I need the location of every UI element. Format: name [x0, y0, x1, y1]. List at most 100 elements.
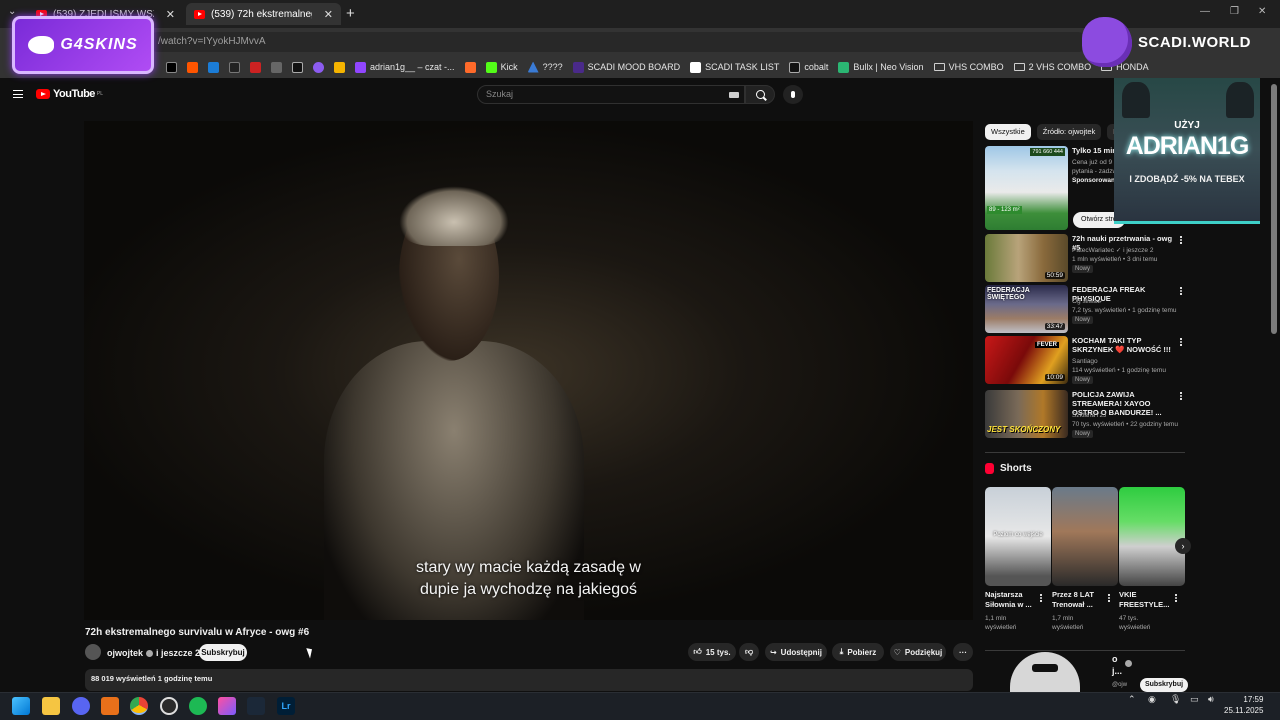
channel-avatar-large[interactable] — [1010, 652, 1080, 692]
bookmark-folder-vhs[interactable]: VHS COMBO — [933, 62, 1004, 72]
new-badge: Nowy — [1072, 376, 1094, 384]
bookmark-question[interactable]: ???? — [527, 61, 563, 73]
tiktok-bookmark-icon[interactable] — [292, 61, 303, 73]
chip-all[interactable]: Wszystkie — [985, 124, 1031, 140]
more-vertical-icon[interactable] — [1180, 287, 1182, 295]
more-actions-button[interactable]: ··· — [953, 643, 973, 661]
tray-app-icon[interactable]: ◉ — [1148, 694, 1156, 705]
recommended-video[interactable]: FEDERACJA ŚWIĘTEGO 33:47 FEDERACJA FREAK… — [985, 285, 1185, 333]
bookmark-cobalt[interactable]: cobalt — [789, 61, 828, 73]
wolf-logo-icon — [28, 36, 55, 54]
channel-collab-text: i jeszcze 2 — [156, 648, 201, 658]
more-vertical-icon[interactable] — [1180, 338, 1182, 346]
recommended-video[interactable]: JEST SKOŃCZONY POLICJA ZAWIJA STREAMERA!… — [985, 390, 1185, 438]
short-card[interactable] — [1052, 487, 1118, 586]
bookmark-tasklist[interactable]: SCADI TASK LIST — [690, 61, 779, 73]
thanks-button[interactable]: ♡ Podziękuj — [890, 643, 946, 661]
tab-close-icon[interactable]: ✕ — [166, 8, 175, 21]
soundcloud-bookmark-icon[interactable] — [187, 61, 198, 73]
spotify-icon[interactable] — [189, 697, 207, 715]
shorts-next-button[interactable]: › — [1175, 538, 1191, 554]
chip-source[interactable]: Źródło: ojwojtek — [1036, 124, 1102, 140]
bottom-channel-subtitle: j... — [1112, 666, 1123, 676]
steam-alt-icon[interactable] — [160, 697, 178, 715]
short-card[interactable]: Poziom co wejście — [985, 487, 1051, 586]
paypal-bookmark-icon[interactable] — [208, 61, 219, 73]
search-icon — [755, 90, 765, 99]
share-button[interactable]: ↪ Udostępnij — [765, 643, 827, 661]
short-title[interactable]: VKIE FREESTYLE... — [1119, 590, 1175, 610]
photos-icon[interactable] — [218, 697, 236, 715]
voice-search-button[interactable] — [783, 85, 803, 104]
discord-icon[interactable] — [72, 697, 90, 715]
short-title[interactable]: Przez 8 LAT Trenował ... — [1052, 590, 1108, 610]
chrome-icon[interactable] — [130, 697, 148, 715]
tray-chevron-icon[interactable]: ⌃ — [1128, 694, 1136, 705]
more-vertical-icon[interactable] — [1040, 594, 1042, 602]
lightroom-icon[interactable]: Lr — [277, 697, 295, 715]
tip-bookmark-icon[interactable] — [229, 61, 240, 73]
ad-sizes: 89 - 123 m² — [987, 206, 1022, 214]
search-button[interactable] — [745, 85, 775, 104]
taskbar-clock[interactable]: 17:59 25.11.2025 — [1224, 694, 1263, 716]
twitch-icon — [355, 61, 366, 73]
windows-start-icon[interactable] — [12, 697, 30, 715]
tab-close-icon[interactable]: ✕ — [324, 8, 333, 21]
short-title[interactable]: Najstarsza Siłownia w ... — [985, 590, 1041, 610]
youtube-logo[interactable]: YouTube PL — [36, 88, 103, 100]
promo-line1: UŻYJ — [1174, 120, 1200, 131]
keyboard-icon[interactable] — [729, 92, 739, 98]
purple-bookmark-icon[interactable] — [313, 61, 324, 73]
more-vertical-icon[interactable] — [1108, 594, 1110, 602]
jp-bookmark-icon[interactable] — [334, 61, 345, 73]
recommended-video[interactable]: 50:59 72h nauki przetrwania - owg #5 Pat… — [985, 234, 1185, 282]
bookmark-twitch[interactable]: adrian1g__ – czat -... — [355, 61, 455, 73]
bookmark-folder-2vhs[interactable]: 2 VHS COMBO — [1013, 62, 1091, 72]
file-explorer-icon[interactable] — [42, 697, 60, 715]
tray-volume-icon[interactable]: 🔊︎ — [1208, 694, 1214, 705]
tray-mic-icon[interactable]: 🎙︎ — [1170, 694, 1181, 705]
recommended-video[interactable]: FEVER 10:09 KOCHAM TAKI TYP SKRZYNEK ❤️ … — [985, 336, 1185, 384]
more-vertical-icon[interactable] — [1175, 594, 1177, 602]
scadi-text: SCADI.WORLD — [1138, 33, 1251, 51]
channel-avatar[interactable] — [85, 644, 101, 660]
orange-bookmark-icon[interactable] — [464, 61, 476, 73]
tab-list-chevron-icon[interactable]: ⌄ — [8, 6, 16, 17]
video-thumbnail: FEDERACJA ŚWIĘTEGO 33:47 — [985, 285, 1068, 333]
like-button[interactable]: 👍︎ 15 tys. — [688, 643, 736, 661]
x-bookmark-icon[interactable] — [166, 61, 177, 73]
search-input[interactable]: Szukaj — [477, 85, 745, 104]
like-count: 15 tys. — [705, 647, 731, 657]
bookmark-moodboard[interactable]: SCADI MOOD BOARD — [572, 61, 680, 73]
description-box[interactable]: 88 019 wyświetleń 1 godzinę temu — [85, 669, 973, 691]
bookmark-bullx[interactable]: Bullx | Neo Vision — [838, 61, 924, 73]
steam-icon[interactable] — [247, 697, 265, 715]
app-bookmark-icon[interactable] — [250, 61, 261, 73]
promo-code-overlay: UŻYJ ADRIAN1G I ZDOBĄDŹ -5% NA TEBEX — [1114, 78, 1260, 224]
tray-display-icon[interactable]: ▭ — [1190, 694, 1199, 705]
short-card[interactable] — [1119, 487, 1185, 586]
video-player[interactable]: stary wy macie każdą zasadę w dupie ja w… — [84, 121, 973, 620]
tab-youtube-2[interactable]: (539) 72h ekstremalnego survi ✕ — [186, 3, 341, 25]
more-vertical-icon[interactable] — [1180, 236, 1182, 244]
ad-sponsored-label: Sponsorowane — [1072, 177, 1119, 184]
bottom-subscribe-button[interactable]: Subskrybuj — [1140, 678, 1188, 692]
rec-meta: 70 tys. wyświetleń • 22 godziny temu — [1072, 421, 1178, 428]
grid-bookmark-icon[interactable] — [271, 61, 282, 73]
new-tab-plus-icon[interactable]: + — [346, 5, 355, 22]
new-badge: Nowy — [1072, 265, 1094, 273]
menu-hamburger-icon[interactable] — [13, 90, 23, 98]
url-field[interactable]: /watch?v=IYyokHJMvvA — [148, 32, 1088, 52]
thumb-caption: FEVER — [1035, 342, 1060, 348]
download-button[interactable]: ⤓ Pobierz — [832, 643, 884, 661]
subscribe-button[interactable]: Subskrybuj — [199, 644, 247, 661]
dislike-button[interactable]: 👎︎ — [739, 643, 759, 661]
page-scrollbar[interactable] — [1271, 84, 1277, 334]
more-vertical-icon[interactable] — [1180, 392, 1182, 400]
thumb-caption: JEST SKOŃCZONY — [987, 425, 1061, 434]
adobe-icon[interactable] — [101, 697, 119, 715]
duration: 10:09 — [1044, 374, 1065, 381]
bookmark-label: ???? — [542, 62, 563, 72]
bookmark-kick[interactable]: Kick — [485, 61, 518, 73]
channel-name[interactable]: ojwojtek i jeszcze 2 — [107, 648, 200, 658]
